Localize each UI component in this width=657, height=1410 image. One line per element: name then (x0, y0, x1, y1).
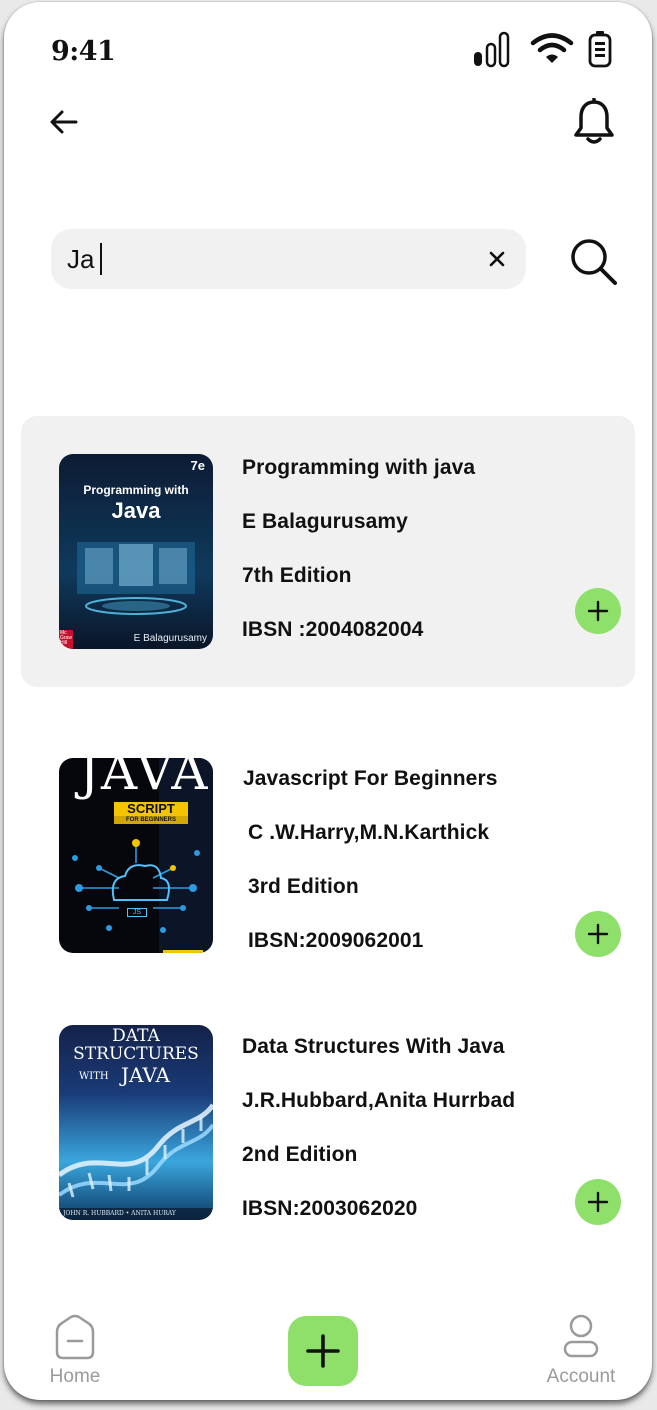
book-card[interactable]: 7e Programming with Java Mc Graw Hill E … (21, 416, 635, 687)
book-isbn: IBSN :2004082004 (242, 618, 424, 641)
book-edition: 7th Edition (242, 564, 352, 587)
book-title: Programming with java (242, 456, 476, 479)
book-card[interactable]: DATA STRUCTURES WITH JAVA JOHN R. HUBBAR… (21, 1008, 635, 1248)
cover-line2: SCRIPT (127, 801, 175, 816)
nav-account-label: Account (546, 1366, 616, 1387)
plus-icon (587, 1191, 609, 1213)
book-title: Javascript For Beginners (243, 767, 498, 790)
search-bar: Ja (51, 229, 526, 289)
book-title: Data Structures With Java (242, 1035, 505, 1058)
battery-icon (588, 31, 612, 68)
plus-icon (587, 600, 609, 622)
search-icon (571, 239, 617, 285)
cover-chip: JS (127, 908, 147, 917)
search-button[interactable] (568, 236, 620, 288)
bell-icon (574, 98, 614, 144)
book-cover: JAVA SCRIPT FOR BEGINNERS JS (59, 758, 213, 953)
cover-line3: FOR BEGINNERS (125, 817, 176, 823)
back-button[interactable] (44, 102, 84, 142)
book-edition: 2nd Edition (242, 1143, 358, 1166)
nav-home-label: Home (49, 1366, 101, 1387)
account-icon (563, 1314, 599, 1358)
add-book-button[interactable] (575, 1179, 621, 1225)
book-author: J.R.Hubbard,Anita Hurrbad (242, 1089, 516, 1112)
arrow-left-icon (50, 110, 78, 134)
cover-publisher: Mc Graw Hill (60, 630, 72, 646)
cover-authors: JOHN R. HUBBARD • ANITA HURAY (63, 1210, 176, 1217)
search-value: Ja (67, 243, 95, 274)
book-author: C .W.Harry,M.N.Karthick (248, 821, 490, 844)
add-book-button[interactable] (575, 911, 621, 957)
wifi-icon (530, 33, 574, 63)
clear-search-button[interactable] (483, 245, 511, 273)
cover-line1: JAVA (79, 758, 210, 801)
cover-line4: JAVA (121, 1063, 170, 1087)
nav-home[interactable]: Home (44, 1314, 106, 1388)
status-icons (472, 30, 612, 68)
home-icon (55, 1314, 95, 1360)
cover-author: E Balagurusamy (133, 633, 207, 644)
add-book-button[interactable] (575, 588, 621, 634)
book-author: E Balagurusamy (242, 510, 408, 533)
close-icon (489, 251, 505, 267)
text-caret (100, 243, 103, 275)
nav-account[interactable]: Account (538, 1314, 624, 1388)
notification-button[interactable] (572, 98, 616, 146)
phone-frame: 9:41 Ja 7e Programming with Java Mc Graw… (4, 2, 652, 1400)
cover-line1: Programming with (83, 483, 189, 497)
book-isbn: IBSN:2009062001 (248, 929, 424, 952)
cover-line3: WITH (79, 1071, 109, 1082)
cover-line1: DATA (112, 1026, 160, 1046)
bottom-nav: Home Account (4, 1292, 652, 1400)
cover-line2: STRUCTURES (73, 1044, 199, 1064)
cover-line2: Java (111, 498, 161, 523)
book-isbn: IBSN:2003062020 (242, 1197, 418, 1220)
book-cover: 7e Programming with Java Mc Graw Hill E … (59, 454, 213, 649)
book-card[interactable]: JAVA SCRIPT FOR BEGINNERS JS Javascript … (21, 740, 635, 980)
cover-badge: 7e (190, 458, 205, 473)
book-edition: 3rd Edition (248, 875, 359, 898)
plus-icon (587, 923, 609, 945)
signal-icon (474, 31, 510, 68)
add-fab-button[interactable] (288, 1316, 358, 1386)
status-time: 9:41 (51, 36, 116, 67)
book-cover: DATA STRUCTURES WITH JAVA JOHN R. HUBBAR… (59, 1025, 213, 1220)
plus-icon (306, 1334, 340, 1368)
search-input[interactable]: Ja (67, 239, 467, 279)
